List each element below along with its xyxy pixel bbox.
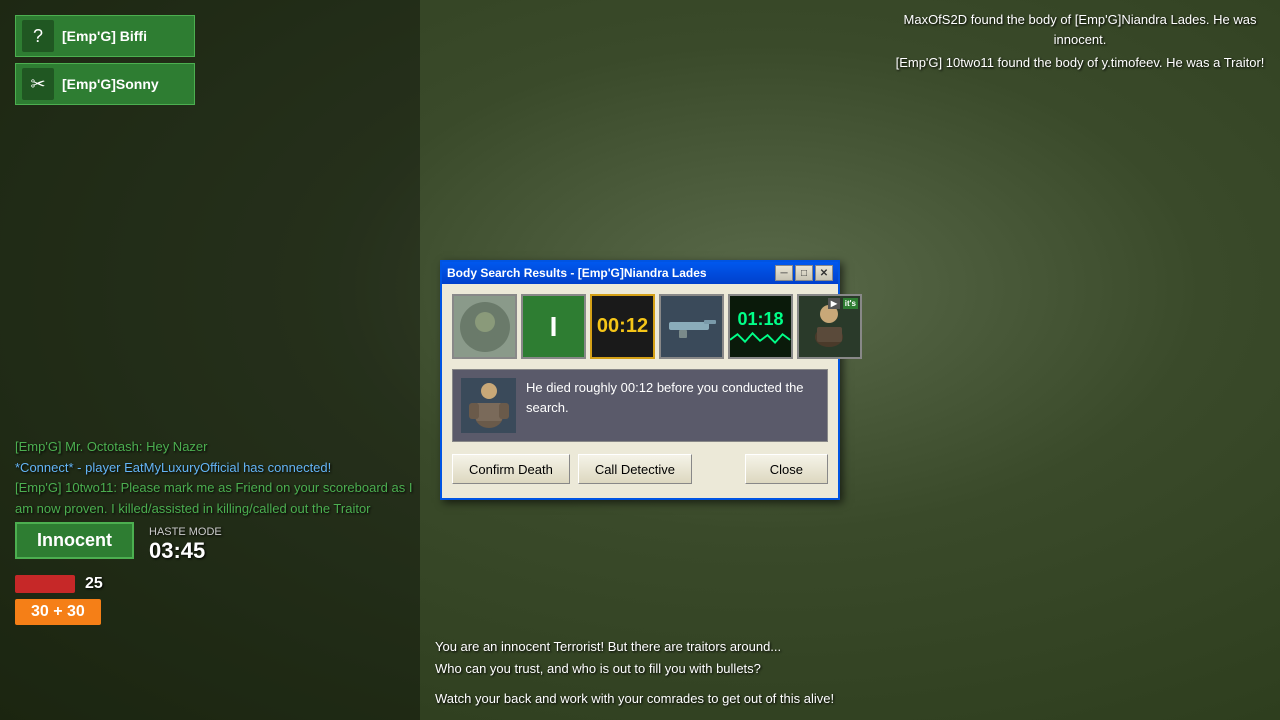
dialog-content: I 00:12 (442, 284, 838, 498)
modal-backdrop: Body Search Results - [Emp'G]Niandra Lad… (0, 0, 1280, 720)
wavy-line-icon (730, 330, 791, 345)
innocent-icon: I (550, 311, 558, 343)
dialog-buttons: Confirm Death Call Detective Close (452, 454, 828, 488)
timer-value: 00:12 (597, 315, 648, 338)
call-detective-button[interactable]: Call Detective (578, 454, 692, 484)
evidence-thumb-innocent[interactable]: I (521, 294, 586, 359)
close-button[interactable]: Close (745, 454, 828, 484)
body-search-dialog: Body Search Results - [Emp'G]Niandra Lad… (440, 260, 840, 500)
evidence-row: I 00:12 (452, 294, 828, 359)
body-icon (464, 381, 514, 431)
evidence-thumb-player[interactable]: it's ▶ (797, 294, 862, 359)
dialog-titlebar: Body Search Results - [Emp'G]Niandra Lad… (442, 262, 838, 284)
dialog-minimize-button[interactable]: ─ (775, 265, 793, 281)
its-label: it's (843, 298, 858, 309)
evidence-thumb-face[interactable] (452, 294, 517, 359)
timer2-value: 01:18 (737, 309, 783, 330)
confirm-death-button[interactable]: Confirm Death (452, 454, 570, 484)
evidence-thumb-weapon[interactable] (659, 294, 724, 359)
dialog-close-button[interactable]: ✕ (815, 265, 833, 281)
evidence-thumb-timer2[interactable]: 01:18 (728, 294, 793, 359)
evidence-thumb-timer[interactable]: 00:12 (590, 294, 655, 359)
dialog-title: Body Search Results - [Emp'G]Niandra Lad… (447, 266, 707, 280)
dialog-controls: ─ □ ✕ (775, 265, 833, 281)
weapon-icon (664, 312, 719, 342)
info-icon (461, 378, 516, 433)
info-box: He died roughly 00:12 before you conduct… (452, 369, 828, 442)
play-button-icon[interactable]: ▶ (828, 298, 840, 309)
info-text: He died roughly 00:12 before you conduct… (526, 378, 819, 417)
dialog-restore-button[interactable]: □ (795, 265, 813, 281)
face-portrait-icon (460, 302, 510, 352)
